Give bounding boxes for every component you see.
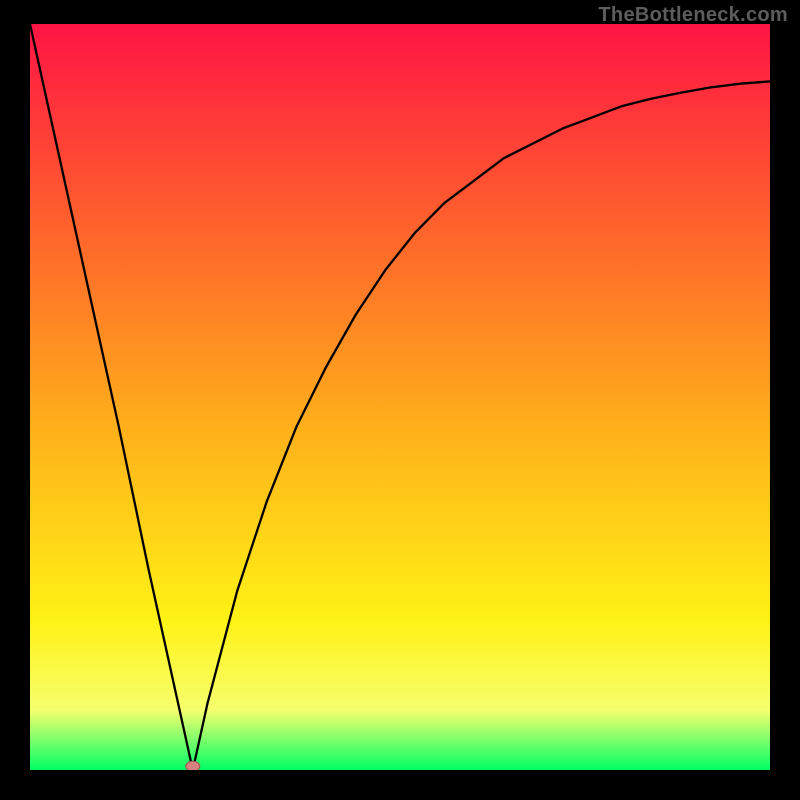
chart-svg bbox=[30, 24, 770, 770]
chart-frame: TheBottleneck.com bbox=[0, 0, 800, 800]
gradient-background bbox=[30, 24, 770, 770]
plot-area bbox=[30, 24, 770, 770]
minimum-marker bbox=[186, 761, 200, 770]
